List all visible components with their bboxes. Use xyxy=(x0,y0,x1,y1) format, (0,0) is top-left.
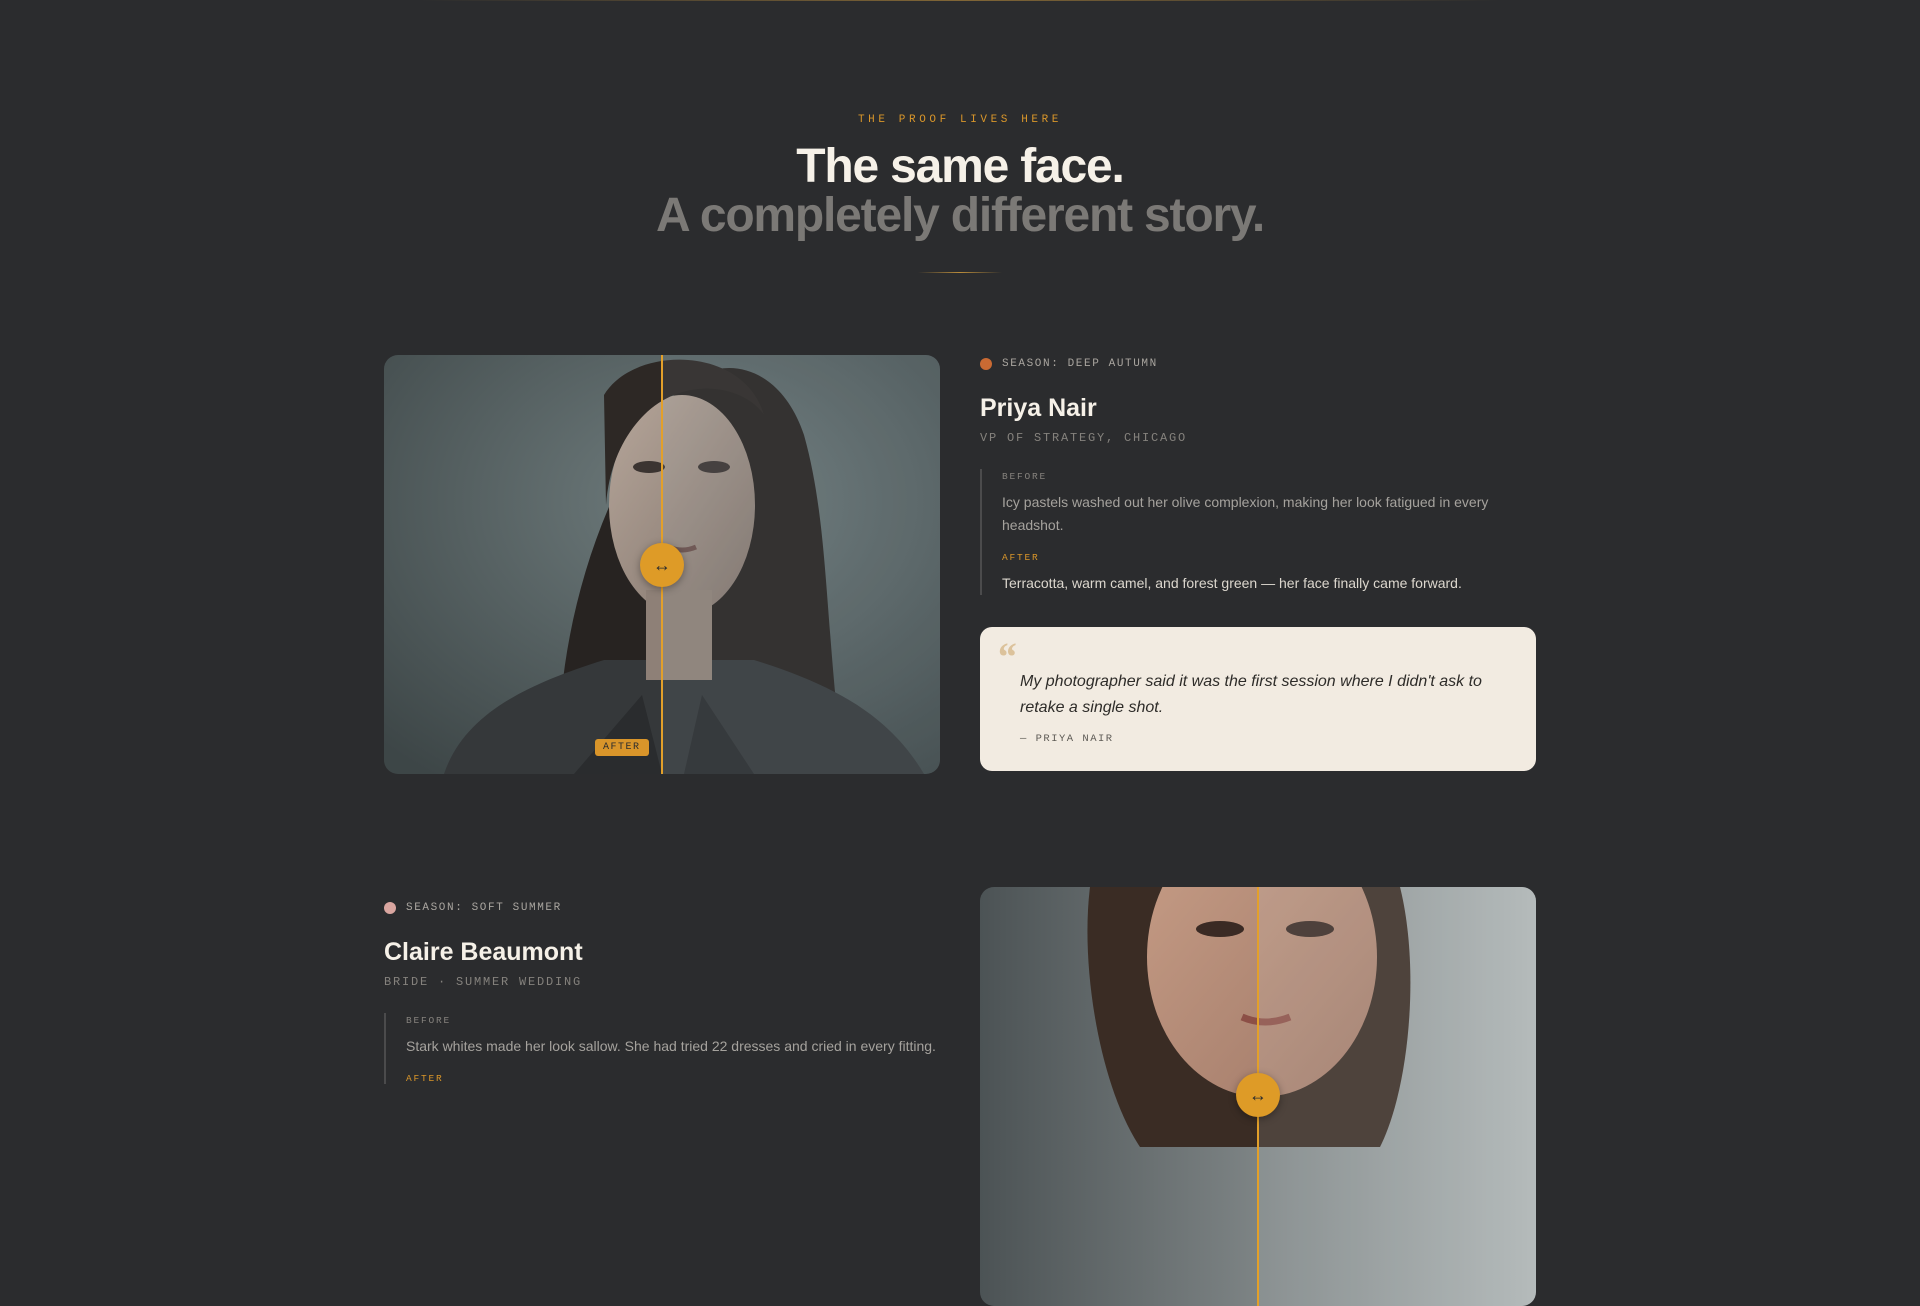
after-text: Terracotta, warm camel, and forest green… xyxy=(1002,575,1462,591)
before-text: Icy pastels washed out her olive complex… xyxy=(1002,494,1489,533)
testimonial-quote: My photographer said it was the first se… xyxy=(1020,673,1482,716)
before-text: Stark whites made her look sallow. She h… xyxy=(406,1038,936,1054)
before-label: BEFORE xyxy=(1002,471,1048,482)
client-role: VP OF STRATEGY, CHICAGO xyxy=(980,431,1188,445)
before-after-notes: BEFORE Stark whites made her look sallow… xyxy=(384,1013,940,1084)
season-label: SEASON: SOFT SUMMER xyxy=(406,902,562,914)
season-tag: SEASON: DEEP AUTUMN xyxy=(980,358,1536,370)
season-tag: SEASON: SOFT SUMMER xyxy=(384,902,940,914)
case-info-claire: SEASON: SOFT SUMMER Claire Beaumont BRID… xyxy=(384,902,940,1084)
testimonial-author: — PRIYA NAIR xyxy=(1020,733,1114,745)
before-after-slider-priya[interactable]: ↔ AFTER xyxy=(384,355,940,774)
section-title-line1: The same face. xyxy=(796,140,1125,193)
portrait-before-overlay xyxy=(662,355,940,774)
before-after-slider-claire[interactable]: ↔ xyxy=(980,887,1536,1306)
arrows-horizontal-icon: ↔ xyxy=(653,554,671,575)
testimonial-card: “ My photographer said it was the first … xyxy=(980,627,1536,771)
quote-mark-icon: “ xyxy=(996,634,1016,679)
top-accent-rule xyxy=(420,0,1500,1)
client-name: Priya Nair xyxy=(980,394,1097,422)
section-header: THE PROOF LIVES HERE The same face. A co… xyxy=(0,114,1920,273)
after-label: AFTER xyxy=(406,1073,444,1084)
slider-handle[interactable]: ↔ xyxy=(640,543,684,587)
client-role: BRIDE · SUMMER WEDDING xyxy=(384,975,583,989)
before-after-notes: BEFORE Icy pastels washed out her olive … xyxy=(980,469,1536,595)
client-name: Claire Beaumont xyxy=(384,938,583,966)
after-badge: AFTER xyxy=(595,739,649,756)
portrait-before-overlay xyxy=(1258,887,1536,1306)
season-label: SEASON: DEEP AUTUMN xyxy=(1002,358,1158,370)
season-dot-icon xyxy=(384,902,396,914)
section-title-line2: A completely different story. xyxy=(656,189,1265,242)
case-info-priya: SEASON: DEEP AUTUMN Priya Nair VP OF STR… xyxy=(980,358,1536,771)
header-divider xyxy=(918,272,1002,273)
before-label: BEFORE xyxy=(406,1015,452,1026)
season-dot-icon xyxy=(980,358,992,370)
section-eyebrow: THE PROOF LIVES HERE xyxy=(857,114,1063,126)
after-label: AFTER xyxy=(1002,552,1040,563)
arrows-horizontal-icon: ↔ xyxy=(1249,1084,1267,1105)
